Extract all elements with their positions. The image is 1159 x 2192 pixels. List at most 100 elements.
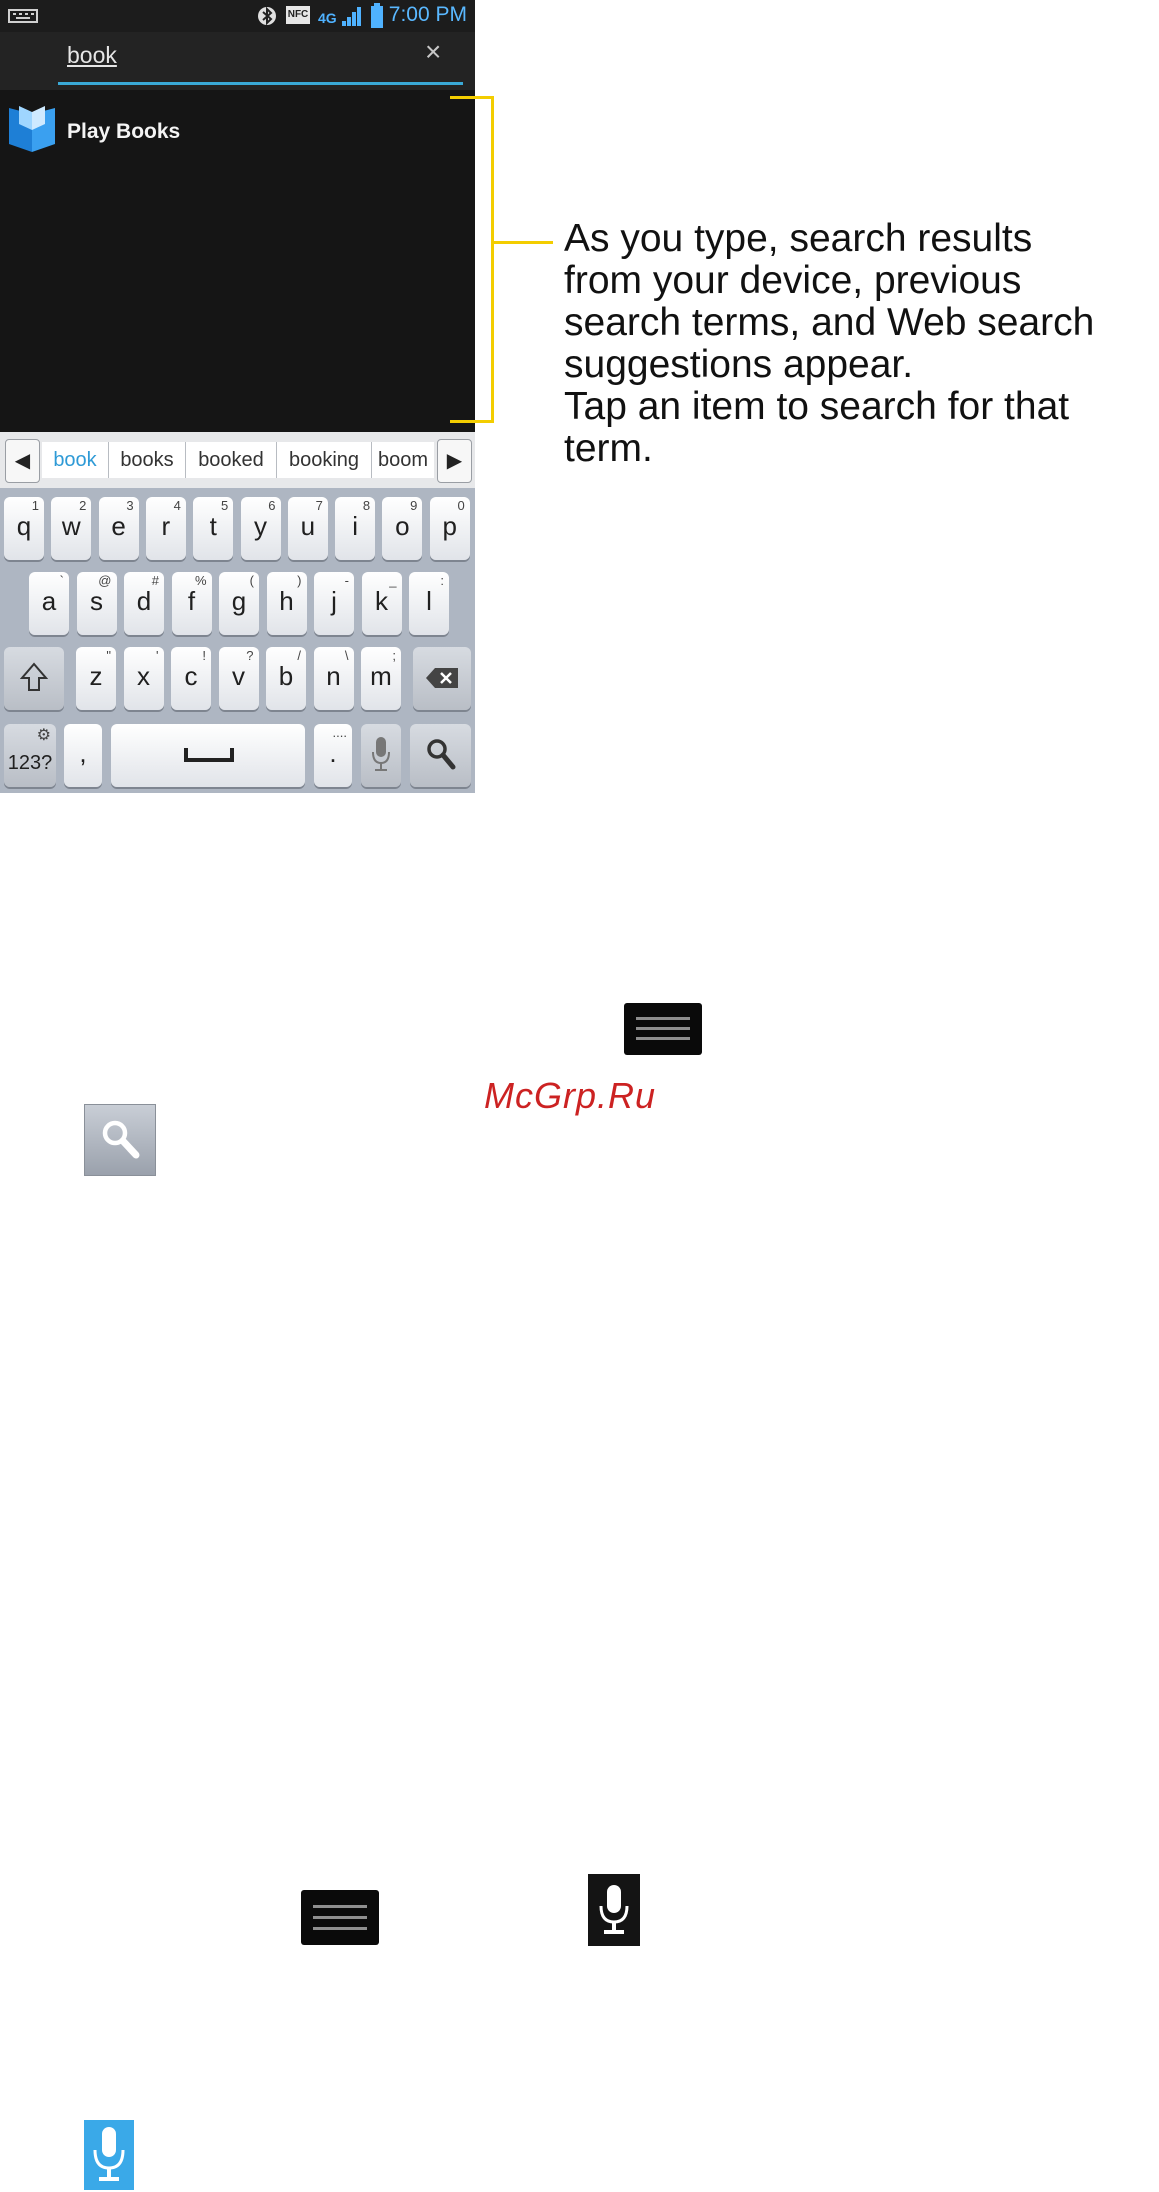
key-t[interactable]: 5t (193, 497, 234, 560)
shift-icon (20, 662, 48, 691)
key-label: v (232, 661, 245, 691)
watermark: McGrp.Ru (484, 1075, 657, 1116)
key-label: i (352, 511, 358, 541)
key-label: t (209, 511, 217, 541)
suggestion-strip: ◀ book books booked booking boom ▶ (0, 432, 475, 488)
search-input[interactable]: book (67, 42, 117, 69)
key-label: l (426, 586, 432, 616)
key-y[interactable]: 6y (240, 497, 281, 560)
result-item-play-books[interactable]: Play Books (0, 96, 475, 158)
key-d[interactable]: # d (124, 572, 164, 635)
key-label: f (187, 586, 196, 616)
key-label: a (41, 586, 57, 616)
key-j[interactable]: -j (314, 572, 354, 635)
suggestion-item[interactable]: booking (277, 442, 372, 478)
key-v[interactable]: ? v (218, 647, 259, 710)
symbols-key[interactable]: ⚙ 123? (4, 724, 56, 787)
key-label: g (231, 586, 247, 616)
comma-key[interactable]: , (64, 724, 102, 787)
key-label: o (395, 511, 410, 541)
phone-screen: NFC 4G 7:00 PM book × Play Books ◀ book (0, 0, 475, 793)
suggestion-item[interactable]: books (109, 442, 186, 478)
microphone-icon (588, 1874, 640, 1946)
close-icon[interactable]: × (425, 36, 441, 68)
key-label: r (161, 511, 171, 541)
key-label: p (442, 511, 457, 541)
key-k[interactable]: _ k (361, 572, 402, 635)
key-x[interactable]: ' x (123, 647, 164, 710)
key-b[interactable]: / b (266, 647, 306, 710)
search-key[interactable] (410, 724, 471, 787)
key-a[interactable]: ` a (29, 572, 69, 635)
microphone-icon (372, 737, 390, 771)
key-label: y (254, 511, 267, 541)
signal-icon (342, 7, 361, 26)
key-e[interactable]: 3e (98, 497, 139, 560)
key-label: m (370, 661, 392, 691)
backspace-icon (426, 668, 458, 688)
keyboard-icon (8, 9, 38, 23)
settings-icon: ⚙ (36, 727, 51, 744)
callout-line: from your device, previous (564, 259, 1022, 302)
key-h[interactable]: ) h (266, 572, 307, 635)
key-u[interactable]: 7u (287, 497, 328, 560)
period-key[interactable]: .... . (314, 724, 352, 787)
key-label: q (16, 511, 32, 541)
backspace-key[interactable] (413, 647, 471, 710)
search-underline (58, 82, 463, 85)
key-m[interactable]: ; m (361, 647, 401, 710)
play-books-icon (9, 106, 55, 152)
keyboard: 1q2w3e4r5t6y7u8i9o0p ` a @ s # d% f(g) h - j _ k: l … (0, 488, 475, 793)
scroll-left-button[interactable]: ◀ (5, 439, 40, 483)
key-g[interactable]: (g (219, 572, 259, 635)
nfc-icon: NFC (286, 6, 310, 24)
key-label: b (278, 661, 294, 691)
callout-line: As you type, search results (564, 217, 1033, 260)
key-label: u (300, 511, 316, 541)
scroll-right-button[interactable]: ▶ (437, 439, 472, 483)
key-o[interactable]: 9o (382, 497, 423, 560)
key-z[interactable]: " z (76, 647, 116, 710)
status-bar: NFC 4G 7:00 PM (0, 0, 475, 32)
callout-line: term. (564, 427, 653, 470)
search-icon (427, 739, 456, 770)
search-bar[interactable]: book × (0, 32, 475, 90)
symbols-label: 123? (7, 752, 53, 774)
key-label: w (61, 511, 81, 541)
key-label: k (375, 586, 388, 616)
key-q[interactable]: 1q (4, 497, 44, 560)
key-label: e (111, 511, 126, 541)
key-label: n (326, 661, 341, 691)
status-clock: 7:00 PM (388, 3, 467, 26)
key-f[interactable]: % f (171, 572, 212, 635)
space-key[interactable] (111, 724, 305, 787)
battery-icon (371, 3, 383, 28)
key-n[interactable]: \ n (313, 647, 354, 710)
key-s[interactable]: @ s (76, 572, 117, 635)
result-label: Play Books (67, 120, 181, 143)
key-w[interactable]: 2w (51, 497, 92, 560)
search-results: Play Books (0, 90, 475, 432)
shift-key[interactable] (4, 647, 64, 710)
menu-icon (301, 1890, 379, 1945)
bluetooth-icon (258, 6, 276, 26)
callout-bracket (491, 96, 494, 423)
suggestion-item[interactable]: booked (186, 442, 277, 478)
suggestion-item[interactable]: book (42, 442, 109, 478)
key-label: z (89, 661, 103, 691)
key-c[interactable]: ! c (171, 647, 211, 710)
key-l[interactable]: :l (409, 572, 449, 635)
voice-input-key[interactable] (361, 724, 401, 787)
comma-label: , (79, 738, 87, 768)
callout-bracket-top (450, 96, 494, 99)
key-label: h (279, 586, 294, 616)
key-r[interactable]: 4r (145, 497, 186, 560)
search-icon (84, 1104, 156, 1176)
space-icon (184, 748, 234, 762)
callout-bracket-bottom (450, 420, 494, 423)
key-i[interactable]: 8i (335, 497, 376, 560)
suggestion-item[interactable]: boom (372, 442, 434, 478)
callout-line: suggestions appear. (564, 343, 914, 386)
key-p[interactable]: 0p (429, 497, 470, 560)
callout-leader-line (493, 241, 553, 244)
